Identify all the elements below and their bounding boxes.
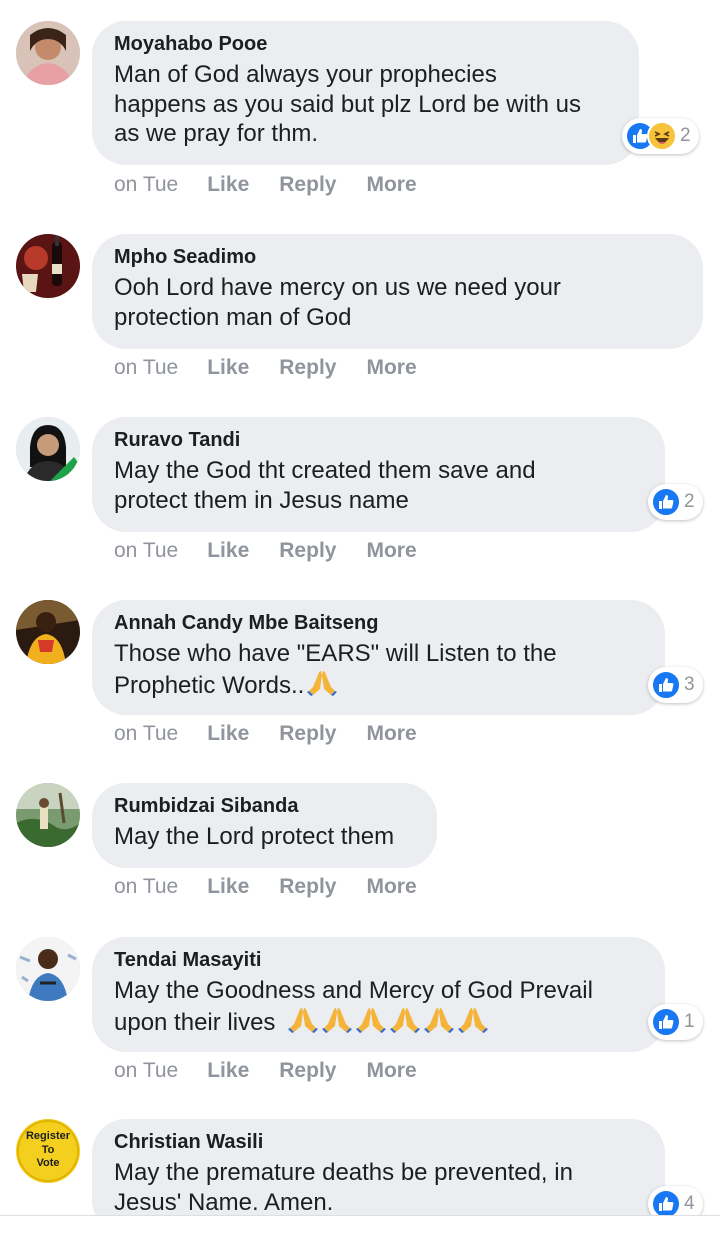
folded-hands-icon [458,1006,489,1034]
reactions-badge[interactable]: 3 [648,667,703,703]
reply-button[interactable]: Reply [279,1059,336,1083]
reaction-count: 2 [680,125,691,146]
folded-hands-icon [390,1006,421,1034]
comment-text-line: Prophetic Words.. [114,671,305,699]
avatar[interactable] [16,417,80,481]
comment-bubble: Rumbidzai Sibanda May the Lord protect t… [92,783,437,868]
comment-author[interactable]: Annah Candy Mbe Baitseng [114,611,643,635]
reply-button[interactable]: Reply [279,356,336,380]
haha-icon [647,121,677,151]
comment-bubble: Tendai Masayiti May the Goodness and Mer… [92,937,665,1052]
more-button[interactable]: More [366,539,416,563]
avatar-badge-line: Vote [36,1157,60,1169]
comment-timestamp[interactable]: on Tue [114,539,178,563]
comment-bubble: Mpho Seadimo Ooh Lord have mercy on us w… [92,234,703,349]
comment-text-line: upon their lives [114,1008,283,1036]
comment-timestamp[interactable]: on Tue [114,356,178,380]
reactions-badge[interactable]: 1 [648,1004,703,1040]
comment-timestamp[interactable]: on Tue [114,1059,178,1083]
avatar[interactable]: Register To Vote [16,1119,80,1183]
emoji-row [282,1006,489,1036]
avatar[interactable] [16,937,80,1001]
reply-button[interactable]: Reply [279,173,336,197]
like-button[interactable]: Like [207,539,249,563]
comment-text: Ooh Lord have mercy on us we need your p… [114,274,561,331]
avatar[interactable] [16,21,80,85]
more-button[interactable]: More [366,356,416,380]
reaction-count: 4 [684,1193,695,1214]
folded-hands-icon [307,669,338,697]
comment-actions: on Tue Like Reply More [114,356,447,380]
folded-hands-icon [322,1006,353,1034]
comment-text-line: May the Goodness and Mercy of God Prevai… [114,977,593,1004]
avatar[interactable] [16,234,80,298]
comment-timestamp[interactable]: on Tue [114,173,178,197]
reaction-count: 2 [684,491,695,512]
more-button[interactable]: More [366,722,416,746]
comment-author[interactable]: Tendai Masayiti [114,948,643,972]
comment-timestamp[interactable]: on Tue [114,875,178,899]
comment-bubble: Moyahabo Pooe Man of God always your pro… [92,21,639,165]
reply-button[interactable]: Reply [279,539,336,563]
comment-author[interactable]: Christian Wasili [114,1130,643,1154]
reaction-count: 1 [684,1011,695,1032]
comment-author[interactable]: Ruravo Tandi [114,428,643,452]
reply-button[interactable]: Reply [279,875,336,899]
comment-bubble: Annah Candy Mbe Baitseng Those who have … [92,600,665,715]
reaction-count: 3 [684,674,695,695]
comment-text: May the Lord protect them [114,823,395,850]
comment-text-line: Those who have "EARS" will Listen to the [114,640,557,667]
comment-text: May the Goodness and Mercy of God Prevai… [114,976,643,1037]
avatar-badge-text: Register To Vote [16,1130,80,1171]
comment-actions: on Tue Like Reply More [114,1059,447,1083]
avatar[interactable] [16,783,80,847]
reactions-badge[interactable]: 2 [622,118,699,154]
like-button[interactable]: Like [207,173,249,197]
avatar[interactable] [16,600,80,664]
reply-button[interactable]: Reply [279,722,336,746]
folded-hands-icon [356,1006,387,1034]
comment-timestamp[interactable]: on Tue [114,722,178,746]
comment-bubble: Ruravo Tandi May the God tht created the… [92,417,665,532]
comment-actions: on Tue Like Reply More [114,875,447,899]
folded-hands-icon [288,1006,319,1034]
like-icon [651,670,681,700]
like-button[interactable]: Like [207,1059,249,1083]
comment-author[interactable]: Moyahabo Pooe [114,32,617,56]
folded-hands-icon [424,1006,455,1034]
comment-author[interactable]: Rumbidzai Sibanda [114,794,415,818]
more-button[interactable]: More [366,173,416,197]
comment-text: Those who have "EARS" will Listen to the… [114,639,643,700]
comment-author[interactable]: Mpho Seadimo [114,245,681,269]
more-button[interactable]: More [366,1059,416,1083]
like-button[interactable]: Like [207,722,249,746]
avatar-badge-line: Register [25,1130,71,1142]
avatar-badge-line: To [41,1143,55,1156]
like-button[interactable]: Like [207,875,249,899]
reactions-badge[interactable]: 2 [648,484,703,520]
comment-text: Man of God always your prophecies happen… [114,61,581,147]
comment-actions: on Tue Like Reply More [114,722,447,746]
comment-text: May the God tht created them save and pr… [114,457,536,514]
comment-actions: on Tue Like Reply More [114,173,447,197]
comment-actions: on Tue Like Reply More [114,539,447,563]
like-icon [651,487,681,517]
comment-text: May the premature deaths be prevented, i… [114,1159,573,1216]
like-button[interactable]: Like [207,356,249,380]
bottom-toolbar [0,1215,720,1236]
more-button[interactable]: More [366,875,416,899]
like-icon [651,1007,681,1037]
